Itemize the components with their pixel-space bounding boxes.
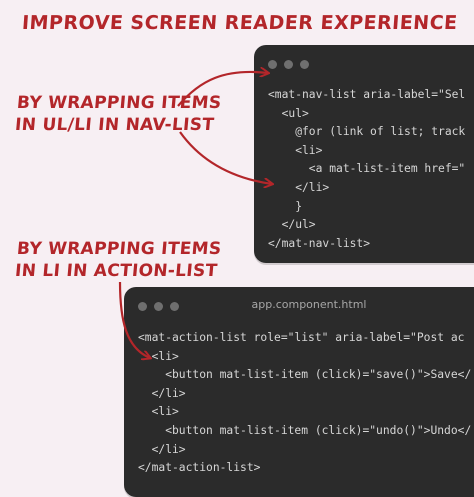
code-line: <mat-nav-list aria-label="Sel xyxy=(268,88,466,101)
code-line: } xyxy=(268,199,303,213)
code-line: <li> xyxy=(138,405,179,419)
code-line: <button mat-list-item (click)="undo()">U… xyxy=(138,423,472,437)
code-line: <ul> xyxy=(268,106,309,120)
file-name: app.component.html xyxy=(251,298,367,311)
code-line: </li> xyxy=(138,442,186,456)
code-line: </mat-action-list> xyxy=(138,461,261,475)
nav-list-code: <mat-nav-list aria-label="Sel <ul> @for … xyxy=(254,83,474,253)
window-controls xyxy=(268,60,309,69)
nav-list-callout-line-2: IN UL/LI IN NAV-LIST xyxy=(14,115,215,135)
maximize-dot-icon[interactable] xyxy=(300,60,309,69)
action-list-callout-line-1: BY WRAPPING ITEMS xyxy=(16,239,223,259)
close-dot-icon[interactable] xyxy=(268,60,277,69)
code-line: <a mat-list-item href=" xyxy=(268,162,466,176)
action-list-callout: BY WRAPPING ITEMS IN LI IN ACTION-LIST xyxy=(14,238,222,282)
code-line: </mat-nav-list> xyxy=(268,236,371,250)
code-line: <mat-action-list role="list" aria-label=… xyxy=(138,331,465,344)
minimize-dot-icon[interactable] xyxy=(284,60,293,69)
action-window-titlebar: app.component.html xyxy=(124,287,474,325)
code-line: @for (link of list; track xyxy=(268,125,466,139)
nav-list-callout: BY WRAPPING ITEMS IN UL/LI IN NAV-LIST xyxy=(14,92,222,136)
code-line: <li> xyxy=(268,143,323,157)
action-list-code-window: app.component.html <mat-action-list role… xyxy=(124,287,474,497)
code-line: </li> xyxy=(138,386,186,400)
nav-window-titlebar xyxy=(254,45,474,83)
action-list-code: <mat-action-list role="list" aria-label=… xyxy=(124,325,474,478)
code-line: <button mat-list-item (click)="save()">S… xyxy=(138,368,472,382)
code-line: </ul> xyxy=(268,218,316,232)
action-list-callout-line-2: IN LI IN ACTION-LIST xyxy=(14,261,219,281)
code-line: <li> xyxy=(138,349,179,363)
nav-list-callout-line-1: BY WRAPPING ITEMS xyxy=(16,93,223,113)
nav-list-code-window: <mat-nav-list aria-label="Sel <ul> @for … xyxy=(254,45,474,263)
code-line: </li> xyxy=(268,180,330,194)
page-headline: IMPROVE SCREEN READER EXPERIENCE xyxy=(21,12,459,34)
